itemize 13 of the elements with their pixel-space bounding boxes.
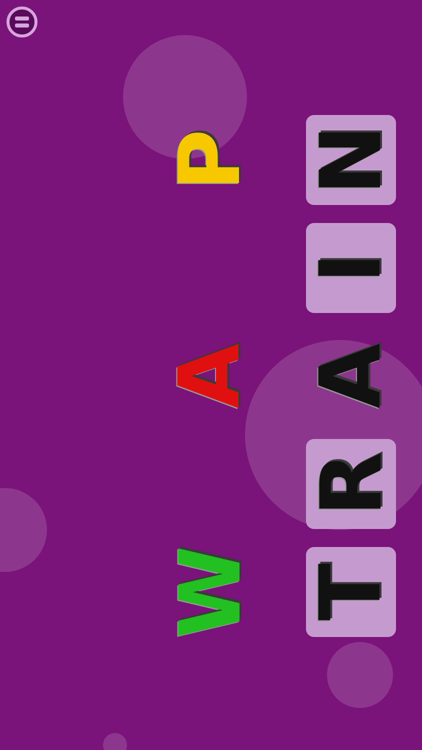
letter-tile[interactable]: N xyxy=(306,115,396,205)
pause-icon xyxy=(5,5,39,39)
pause-button[interactable] xyxy=(5,5,39,39)
word-letter: A xyxy=(309,344,393,408)
word-letter: N xyxy=(309,124,393,196)
letter-tile[interactable]: R xyxy=(306,439,396,529)
letter-tile[interactable]: T xyxy=(306,547,396,637)
letter-tile[interactable]: I xyxy=(306,223,396,313)
word-letter: R xyxy=(309,452,393,516)
word-letter: T xyxy=(309,563,393,621)
word-letter: I xyxy=(309,252,393,284)
letter-choice[interactable]: W xyxy=(168,546,252,638)
letter-choice[interactable]: P xyxy=(168,129,252,191)
